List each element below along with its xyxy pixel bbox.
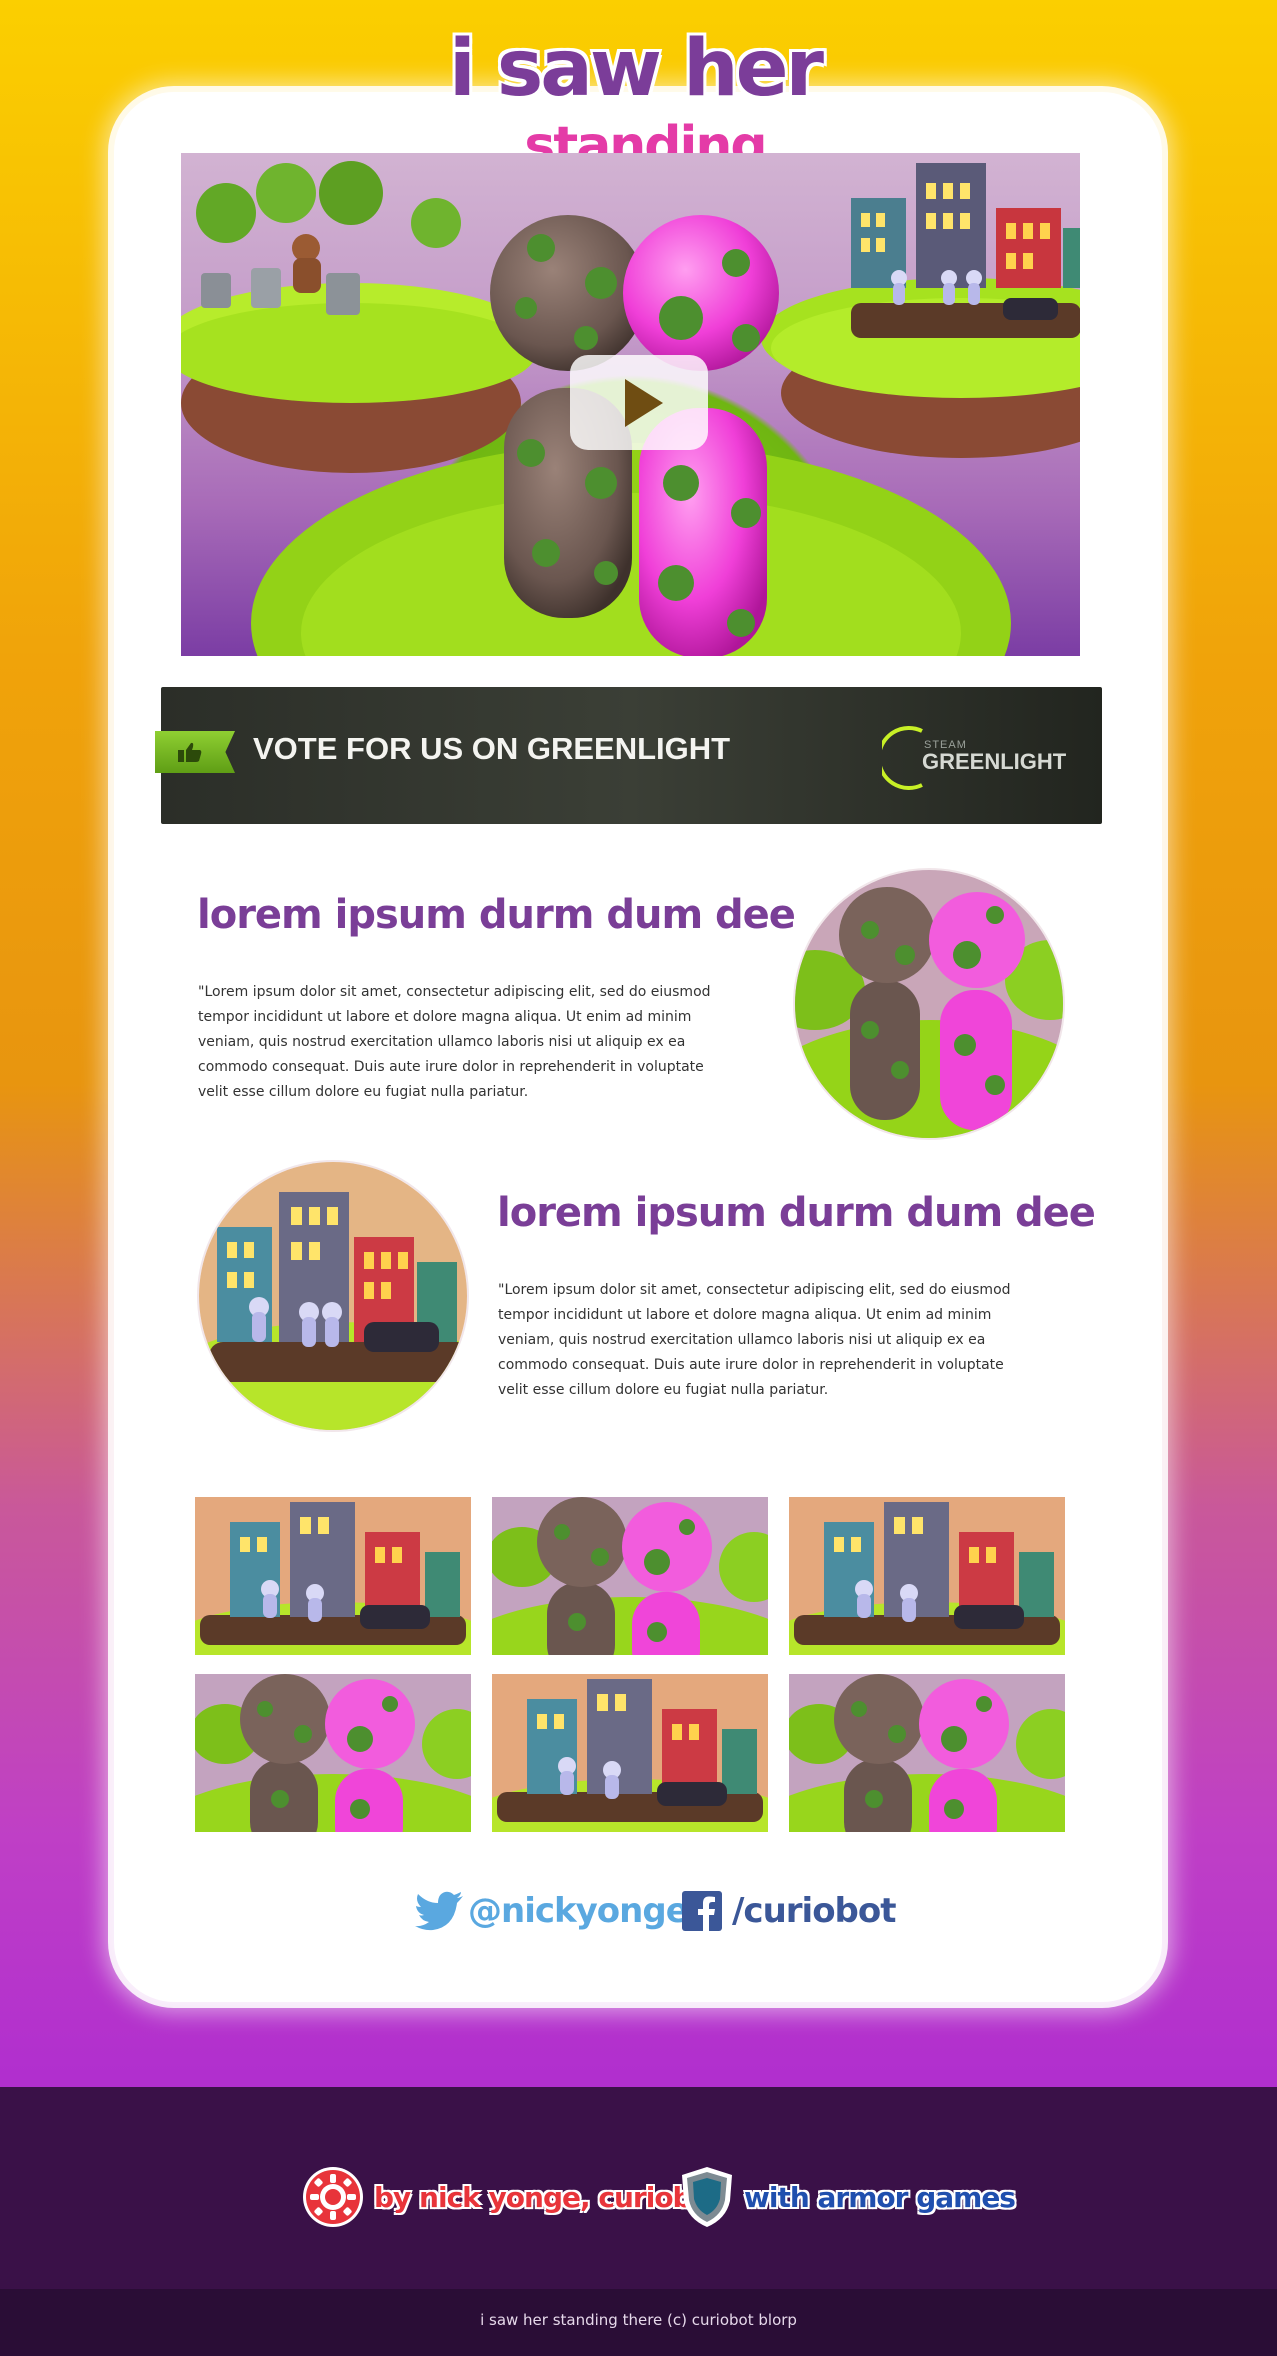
logo-line1: i saw her	[448, 24, 824, 114]
feature-1-title: lorem ipsum durm dum dee	[197, 892, 796, 938]
feature-1-body: "Lorem ipsum dolor sit amet, consectetur…	[198, 984, 711, 1100]
thumbnail-1[interactable]	[195, 1497, 471, 1655]
twitter-link[interactable]: @nickyonge	[414, 1888, 689, 1934]
greenlight-vote-text: VOTE FOR US ON GREENLIGHT	[253, 731, 731, 766]
twitter-handle: @nickyonge	[468, 1891, 689, 1931]
thumbnail-2[interactable]	[492, 1497, 768, 1655]
curiobot-gear-icon	[303, 2167, 363, 2227]
facebook-link[interactable]: /curiobot	[682, 1888, 897, 1934]
play-icon	[625, 378, 663, 427]
copyright-text: i saw her standing there (c) curiobot bl…	[480, 2311, 797, 2329]
feature-1-image	[793, 868, 1065, 1140]
thumbnail-3[interactable]	[789, 1497, 1065, 1655]
feature-2-body: "Lorem ipsum dolor sit amet, consectetur…	[498, 1282, 1011, 1398]
armor-games-shield-icon	[682, 2167, 732, 2227]
thumbnail-5[interactable]	[492, 1674, 768, 1832]
feature-2-image	[197, 1160, 469, 1432]
thumbs-up-icon	[155, 731, 235, 773]
publisher-credit-text: with armor games	[744, 2180, 1016, 2214]
thumbnail-4[interactable]	[195, 1674, 471, 1832]
author-credit-text: by nick yonge, curiobot	[374, 2180, 723, 2214]
greenlight-banner[interactable]: VOTE FOR US ON GREENLIGHT STEAM GREENLIG…	[155, 687, 1102, 824]
copyright-bar: i saw her standing there (c) curiobot bl…	[0, 2289, 1277, 2356]
play-button[interactable]	[570, 355, 708, 450]
facebook-handle: /curiobot	[732, 1891, 897, 1931]
author-credit[interactable]: by nick yonge, curiobot	[302, 2164, 723, 2230]
steam-greenlight-logo: STEAM GREENLIGHT	[882, 723, 1066, 793]
thumbnail-6[interactable]	[789, 1674, 1065, 1832]
greenlight-label: GREENLIGHT	[922, 749, 1067, 774]
publisher-credit[interactable]: with armor games	[680, 2164, 1016, 2230]
hero-video[interactable]	[181, 153, 1080, 656]
twitter-bird-icon	[415, 1891, 463, 1931]
facebook-icon	[682, 1891, 722, 1931]
feature-2-title: lorem ipsum durm dum dee	[497, 1190, 1096, 1236]
